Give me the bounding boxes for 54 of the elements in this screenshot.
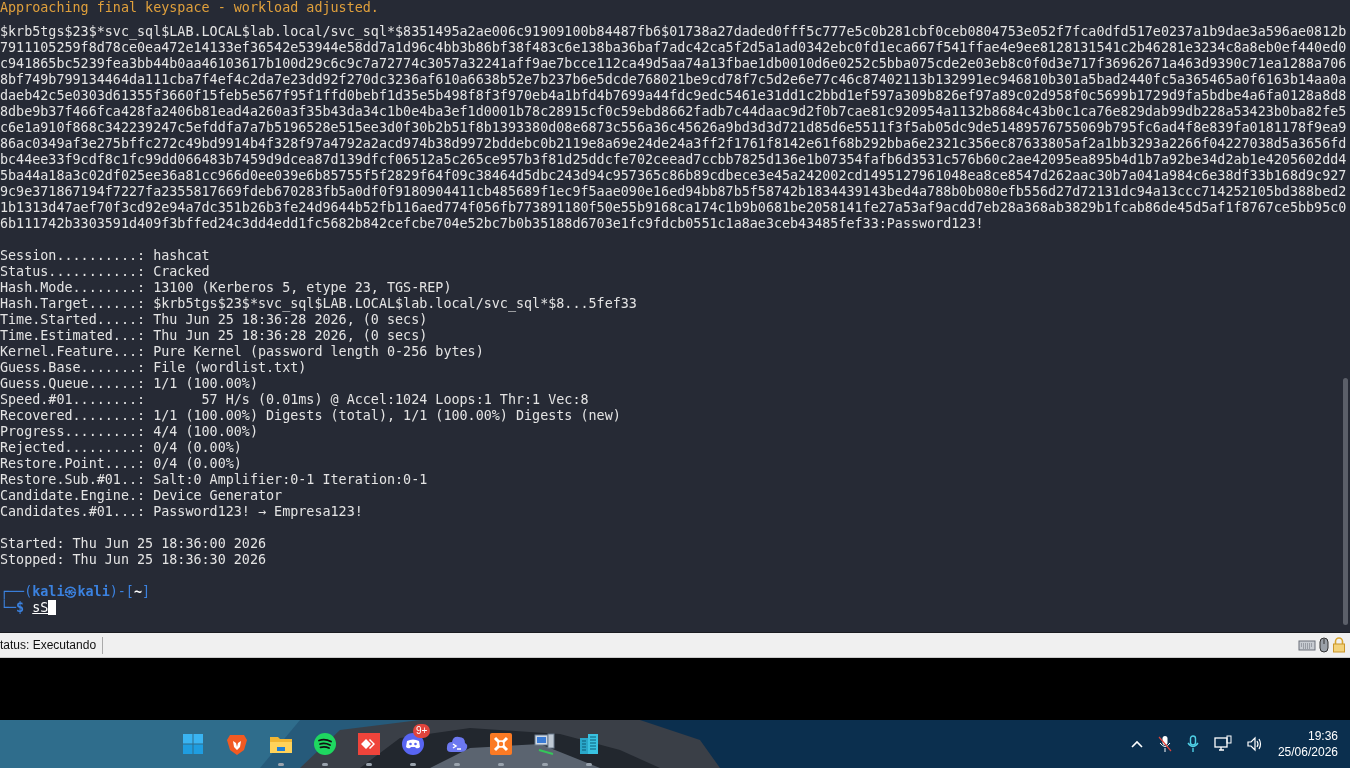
mouse-icon[interactable] [1318,637,1330,654]
status-line: Restore.Sub.#01..: Salt:0 Amplifier:0-1 Iteration:0-1 [0,472,428,488]
prompt-marker: └─$ [0,600,25,616]
timing-line: Started: Thu Jun 25 18:36:00 2026 [0,536,267,552]
status-line: Candidates.#01...: Password123! → Empresa123! [0,504,363,520]
x-logo-icon [489,732,513,756]
network-icon[interactable] [1213,735,1232,753]
command-input[interactable]: sS [32,600,49,616]
windows-icon [181,732,205,756]
hash-line: c941865bc5239fea3bb44b0aa46103617b100d29c6c9c7a72774c3057a32241aff9ae7bcce112ca49d5aa74a13fbae1db0010d6e0252c5bba075cde2e03eb8c0f0d3e717f36962671a463d9390c71ea1288a706 [0,56,1347,72]
status-line: Recovered........: 1/1 (100.00%) Digests (total), 1/1 (100.00%) Digests (new) [0,408,621,424]
hash-line: 7911105259f8d78ce0ea472e14133ef36542e53944e58dd7a1d96c4bb3b86bf38f483c6e138ba36baf7adc42ca5f2d5a1ad0342ebc0fd1eca667f541ffae4e9ee8128131541c2b46281e3234c8a8eb0ef440ed0 [0,40,1347,56]
hash-line: 1b1313d47aef70f3cd92e94a7dc351b26b3fe24d9644b52fb116aed774f056fb773891180f50e55b9168ca174c1b9b0681be2058141fe27a53af9acdd7eb28a368ab3829b1fcab86de45d5af1f8767ce5bb95c0 [0,200,1347,216]
computer-network-icon [533,732,557,756]
status-line: Speed.#01........: 57 H/s (0.01ms) @ Accel:1024 Loops:1 Thr:1 Vec:8 [0,392,589,408]
status-line: Time.Estimated...: Thu Jun 25 18:36:28 2026, (0 secs) [0,328,428,344]
status-line: Time.Started.....: Thu Jun 25 18:36:28 2026, (0 secs) [0,312,428,328]
cursor-icon [48,600,57,615]
buildings-icon [577,732,601,756]
hash-line: 8dbe9b37f466fca428fa2406b81ead4a260a3f35b43da34c1b0e4ba3ef1d0001b78c28915cf0c59ebd8662fadb7c44daac9d2f0b7cae81c920954a1132b8684c43b0c1ca76e829dab99db228a53423b0ba82fe5 [0,104,1347,120]
status-line: Status...........: Cracked [0,264,210,280]
hash-line: 8bf749b799134464da111cba7f4ef4c2da7e23dd92f270dc3236af610a6638b52e7b237b6e5dcde768021be9cd78f7c5d2e6e77c46c87402113b132991ec946810b301a5bad2440fc5a365465a0f6163b14aa0a [0,72,1347,88]
status-line: Session..........: hashcat [0,248,210,264]
status-line: Restore.Point....: 0/4 (0.00%) [0,456,242,472]
microphone-icon[interactable] [1185,735,1200,753]
microphone-muted-icon[interactable] [1157,735,1172,753]
hash-line: 9c9e371867194f7227fa2355817669fdeb670283fb5a0df0f9180904411cb485689f1ec9f5aae090e16ed94bb87b5f58742b1834439143bed4a788b0b080efb556d27d72131dc94a13ccc714252105bd388bed2 [0,184,1347,200]
hash-line: $krb5tgs$23$*svc_sql$LAB.LOCAL$lab.local/svc_sql*$8351495a2ae006c91909100b84487fb6$01738a27daded0fff5c777e5c0b281cbf0ceb0804753e052f7fca0dfd517e0237a1b9dae3a596ae0812b [0,24,1347,40]
status-line: Kernel.Feature...: Pure Kernel (password length 0-256 bytes) [0,344,484,360]
status-line: Hash.Mode........: 13100 (Kerberos 5, etype 23, TGS-REP) [0,280,452,296]
prompt-line: ┌──(kali㉿kali)-[~] [0,584,151,600]
status-line: Progress.........: 4/4 (100.00%) [0,424,258,440]
hash-line: bc44ee33f9cdf8c1fc99dd066483b7459d9dcea87d139dfcf06512a5c265ce957b3f81d25ddcfe702ceead7ccbb7825d136e1b07354fafb6d3531c576b60c2ae42095ea895b4d1b7a92be34d2ab1e4205602dd4 [0,152,1347,168]
status-line: Hash.Target......: $krb5tgs$23$*svc_sql$LAB.LOCAL$lab.local/svc_sql*$8...5fef33 [0,296,637,312]
hash-line: c6e1a910f868c342239247c5efddfa7a7b5196528e515ee3d0f30b2b51f8b1393380d08e6873c556a36c45626a9bd3d3d721d85d6e5511f3f5ab05dc9de51489576755069b795fc6ad4f8e839fa0181178f9ea9 [0,120,1347,136]
hash-line: 5ba44a18a3c02df025ee36a81cc966d0ee039e6b85755f5f2829f64f09c38464d5dbc243d94c957365c86b89cdbece3e45a242002cd1495127961048ea8ce8547d262aac30b7a041a984c6e38df33b168d9c927 [0,168,1347,184]
hash-line: 6b111742b3303591d409f3bffed24c3dd4edd1fc5682b842cefcbe704e52bc7b0b35188d6703e1fc9fdcb0551c1a8ae3ceb43485fef33:Password123! [0,216,984,232]
terminal-text: Approaching final keyspace - workload adjusted. [0,0,379,16]
status-line: Rejected.........: 0/4 (0.00%) [0,440,242,456]
controller-icon [401,732,425,756]
clock-date[interactable]: 25/06/2026 [1277,744,1338,760]
taskbar-app[interactable]: 9+ [396,720,430,768]
music-waves-icon [313,732,337,756]
status-line: Guess.Queue......: 1/1 (100.00%) [0,376,258,392]
status-text: tatus: Executando [0,636,104,654]
chevron-up-icon[interactable] [1129,739,1144,749]
clock-time[interactable]: 19:36 [1307,728,1338,744]
status-line: Candidate.Engine.: Device Generator [0,488,283,504]
status-line: Guess.Base.......: File (wordlist.txt) [0,360,307,376]
volume-icon[interactable] [1245,735,1264,753]
scrollbar-thumb[interactable] [1343,378,1348,625]
hash-line: 86ac0349af3e275bffc272c49bd9914b4f328f97a4792a2acd974b38d9972bddebc0b2119e8a69e24de24a3ff2f1761f8142e61f68b292bba6e2321c356ec87633805af2a1bb3293a2266f04227038d5a3656fd [0,136,1347,152]
hash-line: daeb42c5e0303d61355f3660f15feb5e567f95f1ffd0bebf1d35e5b498f8f3f970eb4a1bfd4b7699a44fdc9edc5461e31dd1c2bbd1ef597a309b826ef97a89c02d958f0c5699b1729d9fa5bdbe4a6fa0128a8d8 [0,88,1347,104]
timing-line: Stopped: Thu Jun 25 18:36:30 2026 [0,552,267,568]
